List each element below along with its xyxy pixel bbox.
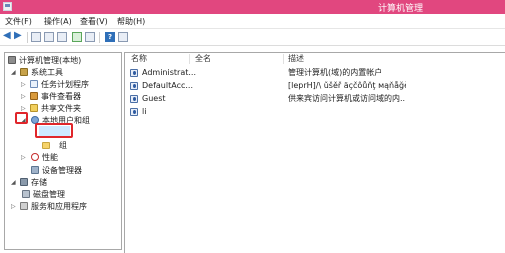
user-description: [leprH]/\ ǔšěř äçčôůňţ мąňåğè...: [288, 81, 406, 90]
annotation-highlight-expander: [15, 112, 28, 124]
action-pane-icon[interactable]: [118, 32, 128, 42]
shared-folders-icon: [30, 104, 38, 112]
toolbar-separator: [99, 32, 100, 43]
title-bar: 计算机管理: [0, 0, 505, 14]
column-divider[interactable]: [189, 54, 190, 64]
user-account-icon: [130, 108, 138, 116]
computer-management-icon: [8, 56, 16, 64]
export-list-icon[interactable]: [85, 32, 95, 42]
column-header-description[interactable]: 描述: [288, 53, 304, 65]
user-name: li: [142, 107, 147, 116]
list-item[interactable]: Administrat... 管理计算机(域)的内置帐户: [125, 67, 505, 79]
menu-help[interactable]: 帮助(H): [117, 16, 145, 27]
column-header-fullname[interactable]: 全名: [195, 53, 211, 65]
list-item[interactable]: DefaultAcc... [leprH]/\ ǔšěř äçčôůňţ мąň…: [125, 80, 505, 92]
up-folder-icon[interactable]: [31, 32, 41, 42]
system-tools-icon: [20, 68, 28, 76]
storage-icon: [20, 178, 28, 186]
user-description: 管理计算机(域)的内置帐户: [288, 68, 383, 77]
user-account-icon: [130, 82, 138, 90]
show-hide-tree-icon[interactable]: [44, 32, 54, 42]
event-viewer-icon: [30, 92, 38, 100]
user-name: Administrat...: [142, 68, 196, 77]
expand-arrow-icon[interactable]: ▷: [21, 79, 27, 90]
navigation-tree: 计算机管理(本地) ◢ 系统工具 ▷ 任务计划程序 ▷ 事件查看器 ▷ 共享文件…: [4, 52, 122, 250]
collapse-arrow-icon[interactable]: ◢: [11, 177, 17, 188]
expand-arrow-icon[interactable]: ▷: [21, 91, 27, 102]
expand-arrow-icon[interactable]: ▷: [21, 152, 27, 163]
back-arrow-icon[interactable]: ◀: [3, 31, 13, 41]
window-title: 计算机管理: [378, 4, 424, 14]
computer-management-app-icon: [3, 2, 12, 11]
annotation-highlight-users: [35, 123, 73, 138]
collapse-arrow-icon[interactable]: ◢: [11, 67, 17, 78]
list-item[interactable]: li: [125, 106, 505, 118]
menu-action[interactable]: 操作(A): [44, 16, 72, 27]
help-icon[interactable]: ?: [105, 32, 115, 42]
services-applications-icon: [20, 202, 28, 210]
user-account-icon: [130, 95, 138, 103]
toolbar-separator: [27, 32, 28, 43]
user-list-pane: 名称 全名 描述 Administrat... 管理计算机(域)的内置帐户 De…: [124, 52, 505, 253]
menu-file[interactable]: 文件(F): [5, 16, 32, 27]
disk-management-icon: [22, 190, 30, 198]
refresh-icon[interactable]: [72, 32, 82, 42]
list-header: 名称 全名 描述: [125, 53, 505, 65]
performance-icon: [31, 153, 39, 161]
user-account-icon: [130, 69, 138, 77]
user-name: DefaultAcc...: [142, 81, 193, 90]
forward-arrow-icon[interactable]: ▶: [14, 31, 24, 41]
user-description: 供来宾访问计算机或访问域的内...: [288, 94, 406, 103]
expand-arrow-icon[interactable]: ▷: [11, 201, 17, 212]
menu-view[interactable]: 查看(V): [80, 16, 108, 27]
properties-icon[interactable]: [57, 32, 67, 42]
groups-folder-icon: [42, 142, 50, 149]
task-scheduler-icon: [30, 80, 38, 88]
column-divider[interactable]: [283, 54, 284, 64]
list-item[interactable]: Guest 供来宾访问计算机或访问域的内...: [125, 93, 505, 105]
toolbar: ◀ ▶ ?: [0, 29, 505, 46]
menu-bar: 文件(F) 操作(A) 查看(V) 帮助(H): [0, 14, 505, 29]
column-header-name[interactable]: 名称: [131, 53, 147, 65]
user-name: Guest: [142, 94, 166, 103]
device-manager-icon: [31, 166, 39, 174]
